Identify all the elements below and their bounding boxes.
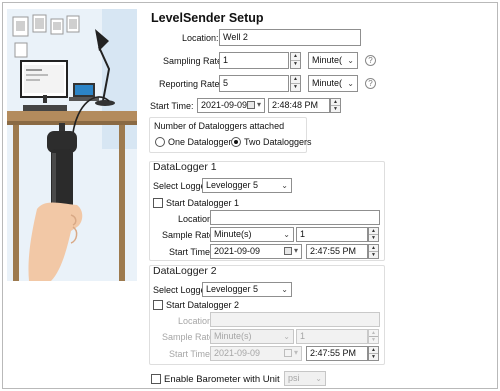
dl2-sample-rate-unit-select[interactable]: Minute(s) ⌄ [210, 329, 294, 344]
dl1-location-input[interactable] [210, 210, 380, 225]
spin-up-icon[interactable]: ▲ [291, 76, 300, 84]
dl2-select-logger-value: Levelogger 5 [206, 284, 259, 294]
dl2-start-label: Start Datalogger 2 [166, 300, 240, 310]
dl1-start-checkbox[interactable] [153, 198, 163, 208]
dl2-location-input[interactable] [210, 312, 380, 327]
calendar-icon [284, 247, 292, 255]
dl1-sample-rate-label: Sample Rate [162, 230, 215, 240]
dl1-sample-rate-input[interactable]: 1 [296, 227, 368, 242]
dl2-start-checkbox[interactable] [153, 300, 163, 310]
chevron-down-icon: ⌄ [315, 374, 322, 383]
dl1-sample-rate-unit-select[interactable]: Minute(s) ⌄ [210, 227, 294, 242]
levelsender-illustration [7, 9, 137, 281]
calendar-icon [247, 101, 255, 109]
dl1-start-label: Start Datalogger 1 [166, 198, 240, 208]
chevron-down-icon: ⌄ [347, 56, 354, 65]
radio-one-datalogger[interactable] [155, 137, 165, 147]
dl2-sample-rate-input[interactable]: 1 [296, 329, 368, 344]
sampling-rate-unit-select[interactable]: Minute( ⌄ [308, 52, 358, 69]
question-circle-icon[interactable]: ? [365, 55, 376, 66]
spin-down-icon[interactable]: ▼ [369, 252, 378, 259]
calendar-icon [284, 349, 292, 357]
question-circle-icon[interactable]: ? [365, 78, 376, 89]
spin-down-icon[interactable]: ▼ [369, 337, 378, 344]
dl2-sample-rate-label: Sample Rate [162, 332, 215, 342]
barometer-label: Enable Barometer with Unit [164, 374, 280, 385]
radio-one-datalogger-label: One Datalogger [168, 137, 232, 147]
datalogger1-heading: DataLogger 1 [153, 161, 217, 173]
dl1-location-label: Location [178, 214, 213, 224]
dl1-sample-rate-unit-value: Minute(s) [214, 229, 252, 239]
barometer-checkbox[interactable] [151, 374, 161, 384]
reporting-rate-unit-value: Minute( [312, 78, 343, 88]
reporting-rate-unit-select[interactable]: Minute( ⌄ [308, 75, 358, 92]
sampling-rate-label: Sampling Rate: [163, 56, 225, 66]
dl2-start-time-label: Start Time [169, 349, 211, 359]
setup-window: LevelSender Setup Location: Well 2 Sampl… [2, 2, 498, 389]
dl1-start-time-input[interactable]: 2:47:55 PM [306, 244, 368, 259]
dl2-select-logger-label: Select Logger [153, 285, 209, 295]
dl1-start-time-spinner[interactable]: ▲ ▼ [368, 244, 379, 259]
dl1-sample-rate-spinner[interactable]: ▲ ▼ [368, 227, 379, 242]
dataloggers-group-label: Number of Dataloggers attached [154, 121, 285, 131]
dl2-sample-rate-spinner[interactable]: ▲ ▼ [368, 329, 379, 344]
reporting-rate-spinner[interactable]: ▲ ▼ [290, 75, 301, 92]
start-date-value: 2021-09-09 [201, 100, 248, 110]
spin-down-icon[interactable]: ▼ [291, 61, 300, 69]
spin-down-icon[interactable]: ▼ [331, 106, 340, 113]
dl2-start-date-picker[interactable]: ▾ [284, 347, 300, 360]
dropdown-arrow-icon: ▾ [294, 246, 299, 255]
reporting-rate-label: Reporting Rate: [159, 79, 223, 89]
start-time-spinner[interactable]: ▲ ▼ [330, 98, 341, 113]
window-title: LevelSender Setup [151, 11, 264, 25]
dl1-select-logger-dropdown[interactable]: Levelogger 5 ⌄ [202, 178, 292, 193]
sampling-rate-unit-value: Minute( [312, 55, 343, 65]
dl2-sample-rate-unit-value: Minute(s) [214, 331, 252, 341]
sampling-rate-spinner[interactable]: ▲ ▼ [290, 52, 301, 69]
location-input[interactable]: Well 2 [219, 29, 361, 46]
dropdown-arrow-icon: ▾ [294, 348, 299, 357]
spin-down-icon[interactable]: ▼ [369, 235, 378, 242]
start-time-input[interactable]: 2:48:48 PM [268, 98, 330, 113]
spin-down-icon[interactable]: ▼ [369, 354, 378, 361]
dl1-start-date-value: 2021-09-09 [214, 246, 261, 256]
dl2-start-time-input[interactable]: 2:47:55 PM [306, 346, 368, 361]
chevron-down-icon: ⌄ [347, 79, 354, 88]
radio-two-dataloggers[interactable] [231, 137, 241, 147]
dl2-start-date-value: 2021-09-09 [214, 348, 261, 358]
dl2-start-time-spinner[interactable]: ▲ ▼ [368, 346, 379, 361]
barometer-unit-select[interactable]: psi ⌄ [284, 371, 326, 386]
dl2-select-logger-dropdown[interactable]: Levelogger 5 ⌄ [202, 282, 292, 297]
start-date-picker[interactable]: ▾ [247, 99, 263, 112]
chevron-down-icon: ⌄ [281, 181, 288, 190]
dl1-start-date-picker[interactable]: ▾ [284, 245, 300, 258]
location-label: Location: [182, 33, 219, 43]
dl1-select-logger-label: Select Logger [153, 181, 209, 191]
chevron-down-icon: ⌄ [281, 285, 288, 294]
spin-up-icon[interactable]: ▲ [291, 53, 300, 61]
chevron-down-icon: ⌄ [283, 230, 290, 239]
start-time-label: Start Time: [150, 101, 194, 111]
dl1-select-logger-value: Levelogger 5 [206, 180, 259, 190]
radio-two-dataloggers-label: Two Dataloggers [244, 137, 312, 147]
chevron-down-icon: ⌄ [283, 332, 290, 341]
datalogger2-heading: DataLogger 2 [153, 265, 217, 277]
dl1-start-time-label: Start Time [169, 247, 211, 257]
sampling-rate-input[interactable]: 1 [219, 52, 289, 69]
spin-down-icon[interactable]: ▼ [291, 84, 300, 92]
barometer-unit-value: psi [288, 373, 300, 383]
dl2-location-label: Location [178, 316, 213, 326]
dropdown-arrow-icon: ▾ [257, 100, 262, 109]
reporting-rate-input[interactable]: 5 [219, 75, 289, 92]
